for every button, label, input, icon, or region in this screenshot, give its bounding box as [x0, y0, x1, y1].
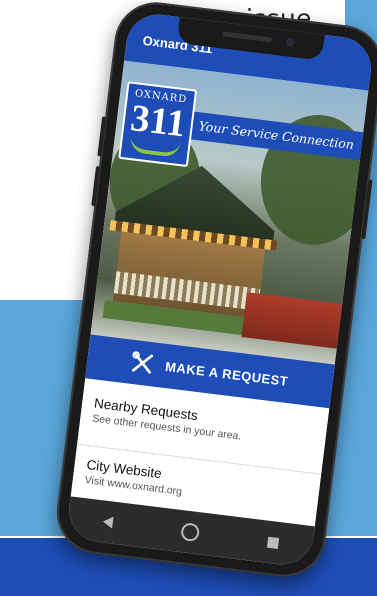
phone-speaker: [221, 31, 273, 43]
hero-banner: OXNARD 311 Your Service Connection: [88, 60, 375, 381]
make-request-label: MAKE A REQUEST: [164, 358, 290, 389]
recent-apps-icon[interactable]: [266, 536, 279, 549]
background-building: [241, 292, 347, 350]
phone-mockup: Oxnard 311 OXNARD 311 Your Service Conne…: [52, 0, 377, 582]
city-logo: OXNARD 311: [118, 81, 198, 168]
tools-icon: [131, 351, 154, 374]
home-icon[interactable]: [179, 522, 200, 543]
phone-camera: [285, 37, 296, 48]
back-icon[interactable]: [101, 515, 114, 529]
